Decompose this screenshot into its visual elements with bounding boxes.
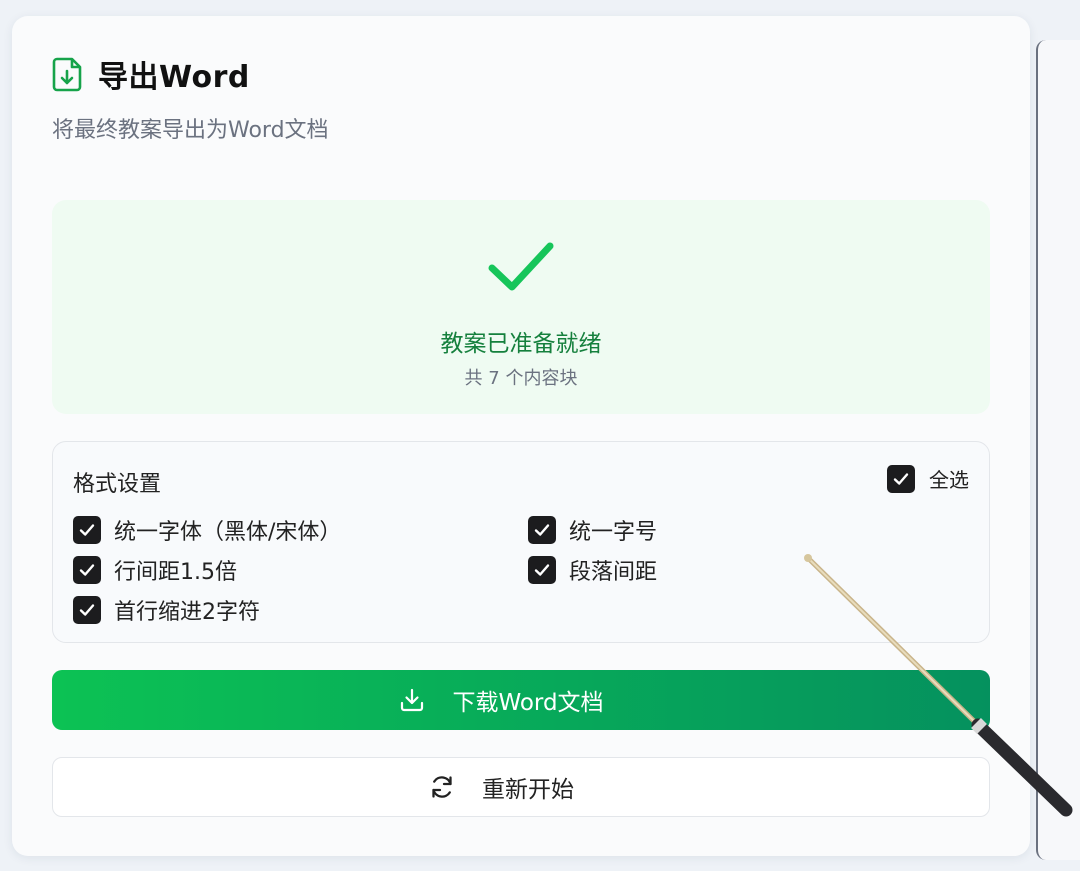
- download-button-label: 下载Word文档: [452, 690, 604, 716]
- file-download-icon: [52, 57, 82, 92]
- option-label: 统一字体（黑体/宋体）: [114, 520, 342, 545]
- option-line-spacing[interactable]: 行间距1.5倍: [73, 554, 237, 586]
- option-unified-font[interactable]: 统一字体（黑体/宋体）: [73, 514, 341, 546]
- download-word-button[interactable]: 下载Word文档: [52, 670, 990, 730]
- restart-button-label: 重新开始: [482, 777, 574, 803]
- select-all-checkbox[interactable]: 全选: [887, 464, 969, 493]
- refresh-icon: [432, 776, 452, 798]
- option-unified-font-size[interactable]: 统一字号: [528, 514, 657, 546]
- checkbox-checked-icon: [887, 464, 915, 493]
- option-label: 统一字号: [569, 520, 658, 545]
- card-header: 导出Word: [52, 52, 250, 96]
- checkbox-checked-icon: [528, 556, 556, 584]
- ready-title: 教案已准备就绪: [440, 331, 602, 357]
- format-settings-title: 格式设置: [73, 472, 162, 497]
- checkbox-checked-icon: [528, 516, 556, 544]
- content-block-count: 共 7 个内容块: [464, 368, 578, 389]
- select-all-label: 全选: [929, 468, 969, 492]
- ready-status-panel: 教案已准备就绪 共 7 个内容块: [52, 200, 990, 414]
- page-subtitle: 将最终教案导出为Word文档: [52, 118, 329, 143]
- checkbox-checked-icon: [73, 516, 101, 544]
- download-icon: [401, 688, 424, 712]
- format-settings-panel: 格式设置 全选 统一字体（黑体/宋体） 统一字号 行间距1.5倍 段落间距 首行…: [52, 441, 990, 643]
- stage: 导出Word 将最终教案导出为Word文档 教案已准备就绪 共 7 个内容块 格…: [0, 0, 1080, 871]
- page-title: 导出Word: [98, 60, 250, 95]
- option-label: 段落间距: [569, 560, 658, 585]
- checkbox-checked-icon: [73, 556, 101, 584]
- checkbox-checked-icon: [73, 596, 101, 624]
- option-paragraph-spacing[interactable]: 段落间距: [528, 554, 657, 586]
- export-word-card: 导出Word 将最终教案导出为Word文档 教案已准备就绪 共 7 个内容块 格…: [12, 16, 1030, 856]
- option-first-line-indent[interactable]: 首行缩进2字符: [73, 594, 260, 626]
- restart-button[interactable]: 重新开始: [52, 757, 990, 817]
- check-icon: [488, 242, 554, 291]
- option-label: 首行缩进2字符: [114, 600, 260, 625]
- option-label: 行间距1.5倍: [114, 560, 237, 585]
- adjacent-panel: [1036, 40, 1080, 860]
